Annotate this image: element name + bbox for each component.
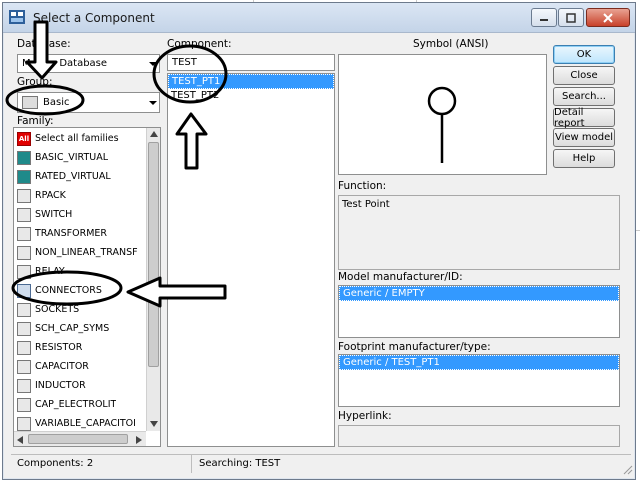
capacitor-icon (17, 359, 31, 374)
group-select[interactable]: Basic (17, 92, 160, 113)
footprint-label: Footprint manufacturer/type: (338, 341, 491, 353)
rated-virtual-icon (17, 169, 31, 184)
title-bar[interactable]: Select a Component (3, 3, 635, 33)
family-item-sockets[interactable]: SOCKETS (15, 300, 145, 319)
all-families-icon: All (17, 131, 31, 146)
close-icon (603, 12, 613, 23)
switch-icon (17, 207, 31, 222)
database-select[interactable]: Master Database (17, 54, 160, 73)
family-item-basic-virtual[interactable]: BASIC_VIRTUAL (15, 148, 145, 167)
select-component-dialog: Select a Component Database: Master Data… (2, 2, 636, 480)
background-grid-line (636, 230, 640, 231)
app-icon (9, 10, 25, 24)
transformer-icon (17, 226, 31, 241)
horizontal-scrollbar-thumb[interactable] (28, 434, 128, 444)
components-count: Components: 2 (17, 458, 94, 469)
scroll-down-icon (150, 421, 158, 427)
relay-icon (17, 264, 31, 279)
rpack-icon (17, 188, 31, 203)
family-item-sch-cap-syms[interactable]: SCH_CAP_SYMS (15, 319, 145, 338)
basic-virtual-icon (17, 150, 31, 165)
database-value: Master Database (22, 58, 108, 69)
detail-report-button[interactable]: Detail report (553, 107, 615, 129)
sockets-icon (17, 302, 31, 317)
help-button[interactable]: Help (553, 149, 615, 168)
view-model-button[interactable]: View model (553, 128, 615, 147)
symbol-preview (338, 54, 547, 175)
family-list[interactable]: All Select all families BASIC_VIRTUAL RA… (13, 127, 161, 447)
cap-electrolit-icon (17, 397, 31, 412)
close-window-button[interactable] (586, 8, 630, 27)
scroll-up-icon (150, 131, 158, 137)
function-label: Function: (338, 180, 387, 192)
family-item-connectors[interactable]: CONNECTORS (15, 281, 145, 300)
connectors-icon (17, 283, 31, 298)
sch-cap-syms-icon (17, 321, 31, 336)
resize-grip-icon[interactable] (623, 465, 633, 475)
chevron-down-icon (149, 101, 157, 105)
component-item-selected[interactable]: TEST_PT1 (168, 74, 334, 89)
family-vertical-scrollbar[interactable] (146, 128, 160, 431)
scroll-right-icon (136, 436, 142, 444)
minimize-button[interactable] (531, 8, 557, 27)
test-point-symbol (427, 86, 457, 163)
family-item-switch[interactable]: SWITCH (15, 205, 145, 224)
non-linear-transformer-icon (17, 245, 31, 260)
model-label: Model manufacturer/ID: (338, 271, 463, 283)
family-item-capacitor[interactable]: CAPACITOR (15, 357, 145, 376)
family-item-rpack[interactable]: RPACK (15, 186, 145, 205)
inductor-icon (17, 378, 31, 393)
group-label: Group: (17, 76, 53, 88)
family-item-rated-virtual[interactable]: RATED_VIRTUAL (15, 167, 145, 186)
ok-button[interactable]: OK (553, 45, 615, 64)
family-item-transformer[interactable]: TRANSFORMER (15, 224, 145, 243)
database-label: Database: (17, 38, 71, 50)
basic-group-icon (22, 96, 38, 109)
symbol-label: Symbol (ANSI) (413, 38, 489, 50)
hyperlink-box (338, 425, 620, 447)
search-button[interactable]: Search... (553, 87, 615, 106)
scrollbar-thumb[interactable] (148, 142, 159, 367)
family-item-non-linear-transformer[interactable]: NON_LINEAR_TRANSF (15, 243, 145, 262)
resistor-icon (17, 340, 31, 355)
minimize-icon (540, 18, 548, 21)
component-search-input[interactable]: TEST (167, 54, 335, 71)
component-search-value: TEST (172, 57, 197, 68)
family-item-resistor[interactable]: RESISTOR (15, 338, 145, 357)
family-item-all[interactable]: All Select all families (15, 129, 145, 148)
maximize-button[interactable] (558, 8, 584, 27)
scroll-left-icon (17, 436, 23, 444)
group-value: Basic (43, 97, 70, 108)
hyperlink-label: Hyperlink: (338, 410, 392, 422)
search-status: Searching: TEST (199, 458, 281, 469)
maximize-icon (566, 12, 576, 23)
model-list[interactable]: Generic / EMPTY (338, 285, 620, 338)
chevron-down-icon (149, 62, 157, 66)
family-item-relay[interactable]: RELAY (15, 262, 145, 281)
status-bar: Components: 2 Searching: TEST (11, 454, 631, 474)
status-divider (191, 455, 192, 473)
close-button[interactable]: Close (553, 66, 615, 85)
component-list[interactable]: TEST_PT1 TEST_PT2 (167, 73, 335, 447)
variable-capacitor-icon (17, 416, 31, 431)
family-item-inductor[interactable]: INDUCTOR (15, 376, 145, 395)
family-horizontal-scrollbar[interactable] (14, 431, 146, 446)
footprint-item-selected[interactable]: Generic / TEST_PT1 (339, 355, 619, 370)
footprint-list[interactable]: Generic / TEST_PT1 (338, 354, 620, 407)
function-box: Test Point (338, 195, 620, 270)
component-item[interactable]: TEST_PT2 (168, 89, 334, 104)
family-label: Family: (17, 115, 54, 127)
model-item-selected[interactable]: Generic / EMPTY (339, 286, 619, 301)
window-title: Select a Component (33, 11, 155, 25)
function-value: Test Point (342, 199, 390, 210)
component-label: Component: (167, 38, 232, 50)
family-item-cap-electrolit[interactable]: CAP_ELECTROLIT (15, 395, 145, 414)
